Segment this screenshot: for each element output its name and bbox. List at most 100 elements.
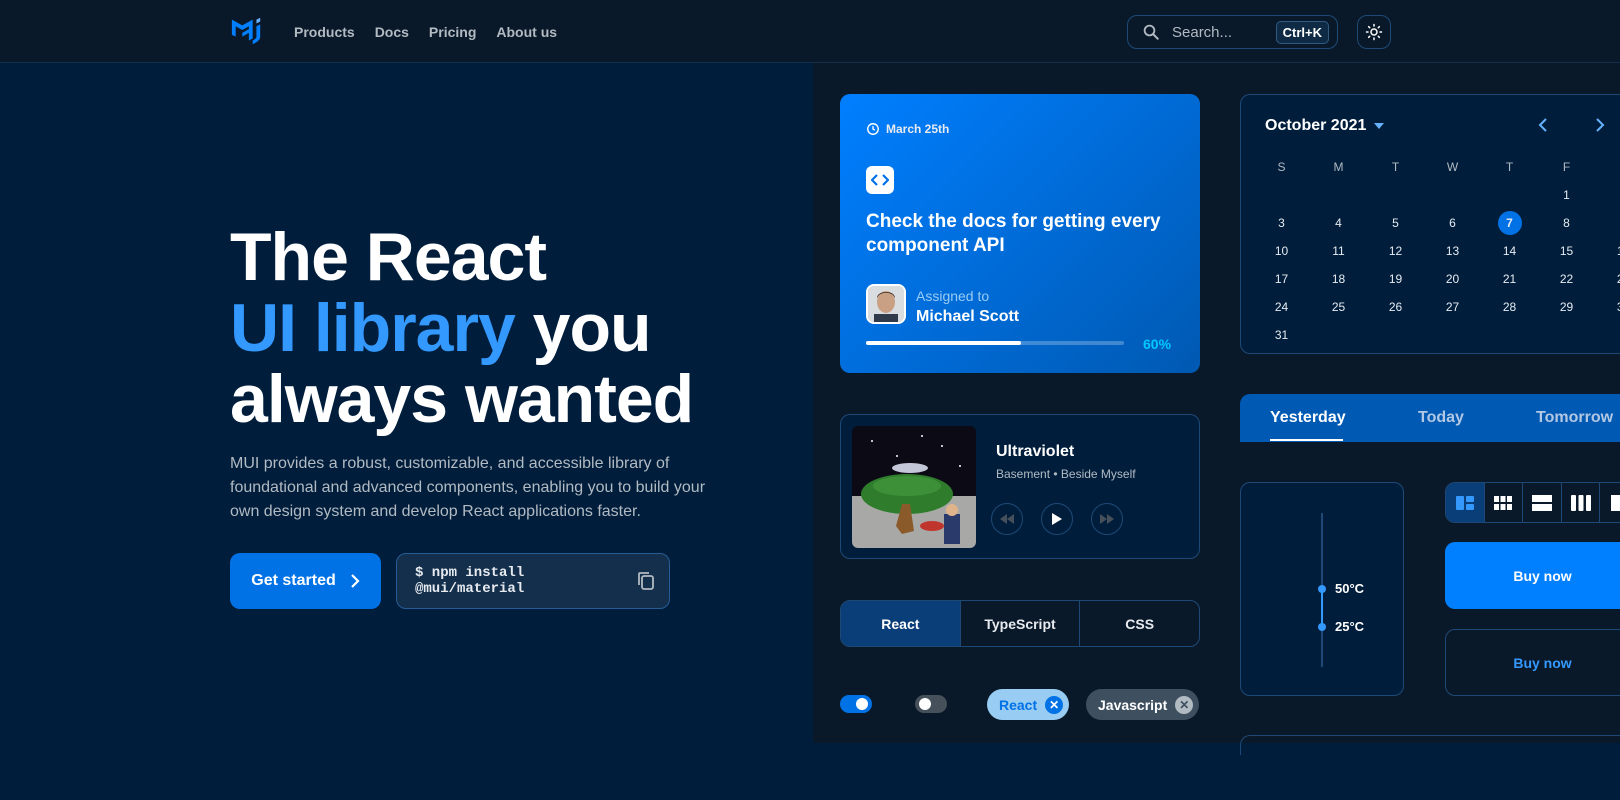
calendar-day[interactable]: 17 <box>1253 265 1310 293</box>
hero-title: The React UI library you always wanted <box>230 222 694 435</box>
split-view-icon[interactable] <box>1523 483 1562 522</box>
task-card[interactable]: March 25th Check the docs for getting ev… <box>840 94 1200 373</box>
buy-now-button-primary[interactable]: Buy now <box>1445 542 1620 609</box>
calendar-day[interactable]: 12 <box>1367 237 1424 265</box>
calendar-day-number: 17 <box>1274 272 1289 286</box>
task-title: Check the docs for getting every compone… <box>866 211 1161 256</box>
task-progress-fill <box>866 341 1021 345</box>
calendar-day[interactable]: 8 <box>1538 209 1595 237</box>
chevron-left-icon[interactable] <box>1538 117 1548 133</box>
calendar-day[interactable]: 25 <box>1310 293 1367 321</box>
tab-tomorrow[interactable]: Tomorrow <box>1536 409 1613 427</box>
calendar-day[interactable]: 26 <box>1367 293 1424 321</box>
calendar-day[interactable]: 13 <box>1424 237 1481 265</box>
calendar-day[interactable]: 4 <box>1310 209 1367 237</box>
get-started-button[interactable]: Get started <box>230 553 381 609</box>
search-icon <box>1143 24 1159 40</box>
assigned-label: Assigned to <box>916 288 990 304</box>
npm-install-snippet[interactable]: $ npm install @mui/material <box>396 553 670 609</box>
switch-on[interactable] <box>840 695 872 713</box>
calendar-day[interactable]: 18 <box>1310 265 1367 293</box>
calendar-day[interactable]: 29 <box>1538 293 1595 321</box>
chip-javascript[interactable]: Javascript ✕ <box>1086 689 1200 720</box>
calendar-day[interactable]: 5 <box>1367 209 1424 237</box>
buy-now-button-outlined[interactable]: Buy now <box>1445 629 1620 696</box>
calendar-empty-cell <box>1253 181 1310 209</box>
calendar-day[interactable]: 24 <box>1253 293 1310 321</box>
tab-today[interactable]: Today <box>1418 409 1464 427</box>
calendar-day[interactable]: 11 <box>1310 237 1367 265</box>
calendar-day[interactable]: 1 <box>1538 181 1595 209</box>
task-progress-label: 60% <box>1143 336 1172 352</box>
calendar-day[interactable]: 28 <box>1481 293 1538 321</box>
rewind-button[interactable] <box>991 503 1023 535</box>
calendar-weekday: S <box>1595 153 1620 181</box>
calendar-day[interactable]: 21 <box>1481 265 1538 293</box>
calendar-day[interactable]: 7 <box>1481 209 1538 237</box>
calendar-weekday: T <box>1505 160 1514 174</box>
chevron-right-icon[interactable] <box>1595 117 1605 133</box>
calendar-card: October 2021 SMTWTFS12345678910111213141… <box>1240 94 1620 354</box>
calendar-day-number: 25 <box>1331 300 1346 314</box>
dashboard-icon[interactable] <box>1446 483 1485 522</box>
sun-icon <box>1365 23 1383 41</box>
nav-link-about-us[interactable]: About us <box>496 24 557 40</box>
tab-indicator <box>1270 439 1343 441</box>
mui-logo-icon[interactable] <box>230 14 264 48</box>
slider-thumb-high[interactable] <box>1318 585 1326 593</box>
chip-react[interactable]: React ✕ <box>987 689 1070 720</box>
calendar-day[interactable]: 2 <box>1595 181 1620 209</box>
close-icon[interactable]: ✕ <box>1175 695 1194 714</box>
calendar-day[interactable]: 22 <box>1538 265 1595 293</box>
theme-toggle-button[interactable] <box>1357 15 1391 49</box>
slider-high-label: 50°C <box>1335 581 1365 596</box>
tab-typescript[interactable]: TypeScript <box>961 601 1081 646</box>
calendar-day[interactable]: 23 <box>1595 265 1620 293</box>
calendar-day-number: 4 <box>1335 216 1342 230</box>
calendar-day-number: 14 <box>1502 244 1517 258</box>
calendar-day-number: 24 <box>1274 300 1289 314</box>
tab-react[interactable]: React <box>841 601 961 646</box>
tab-css[interactable]: CSS <box>1080 601 1199 646</box>
calendar-day-number: 13 <box>1445 244 1460 258</box>
calendar-day[interactable]: 15 <box>1538 237 1595 265</box>
fast-forward-button[interactable] <box>1091 503 1123 535</box>
calendar-day[interactable]: 16 <box>1595 237 1620 265</box>
hero-title-accent: UI library <box>230 290 516 366</box>
calendar-empty-cell <box>1481 181 1538 209</box>
rewind-icon <box>1000 514 1014 524</box>
calendar-day[interactable]: 3 <box>1253 209 1310 237</box>
tab-yesterday[interactable]: Yesterday <box>1270 409 1346 427</box>
calendar-day[interactable]: 20 <box>1424 265 1481 293</box>
calendar-day-number: 26 <box>1388 300 1403 314</box>
calendar-day[interactable]: 10 <box>1253 237 1310 265</box>
hero-title-line2-rest: you <box>514 290 652 366</box>
day-tabs: Yesterday Today Tomorrow <box>1240 394 1620 442</box>
get-started-label: Get started <box>251 572 336 589</box>
panel-view-icon[interactable] <box>1600 483 1620 522</box>
calendar-day-number: 21 <box>1502 272 1517 286</box>
switch-off[interactable] <box>915 695 947 713</box>
calendar-day[interactable]: 14 <box>1481 237 1538 265</box>
play-button[interactable] <box>1041 503 1073 535</box>
calendar-day[interactable]: 9 <box>1595 209 1620 237</box>
columns-view-icon[interactable] <box>1562 483 1601 522</box>
calendar-day[interactable]: 19 <box>1367 265 1424 293</box>
calendar-day-number: 7 <box>1497 211 1522 235</box>
song-artist: Basement • Beside Myself <box>996 467 1136 481</box>
nav-link-pricing[interactable]: Pricing <box>429 24 476 40</box>
search-button[interactable]: Search... Ctrl+K <box>1127 15 1338 49</box>
calendar-day[interactable]: 31 <box>1253 321 1310 349</box>
close-icon[interactable]: ✕ <box>1045 695 1064 714</box>
calendar-day[interactable]: 27 <box>1424 293 1481 321</box>
grid-view-icon[interactable] <box>1485 483 1524 522</box>
calendar-day[interactable]: 6 <box>1424 209 1481 237</box>
nav-link-products[interactable]: Products <box>294 24 355 40</box>
calendar-day-number: 28 <box>1502 300 1517 314</box>
calendar-day[interactable]: 30 <box>1595 293 1620 321</box>
nav-link-docs[interactable]: Docs <box>375 24 409 40</box>
calendar-month-select[interactable]: October 2021 <box>1265 117 1385 135</box>
calendar-day-number: 22 <box>1559 272 1574 286</box>
copy-icon[interactable] <box>637 571 655 591</box>
slider-thumb-low[interactable] <box>1318 623 1326 631</box>
